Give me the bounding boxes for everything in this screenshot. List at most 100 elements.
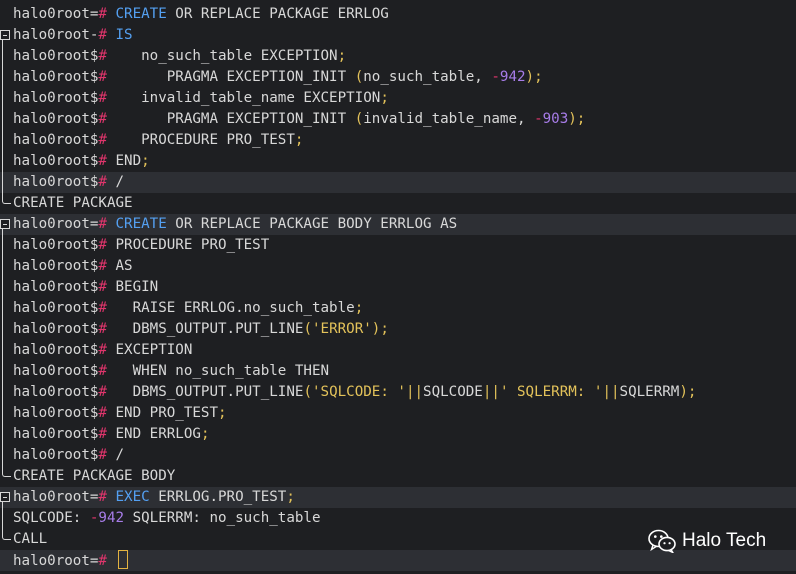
line-text: halo0root$# / xyxy=(13,445,124,466)
code-token: END ERRLOG xyxy=(106,426,201,442)
code-token: # xyxy=(98,216,107,232)
line-text: halo0root$# AS xyxy=(13,256,133,277)
shell-prompt: halo0root$ xyxy=(13,384,99,400)
code-token: ; xyxy=(380,90,389,106)
shell-prompt: halo0root$ xyxy=(13,111,99,127)
code-token: # xyxy=(98,447,107,463)
terminal-line: halo0root-# IS xyxy=(0,25,796,46)
line-text: halo0root=# CREATE OR REPLACE PACKAGE ER… xyxy=(13,4,389,25)
terminal-line: halo0root$# END; xyxy=(0,151,796,172)
code-token: SQLERRM xyxy=(619,384,680,400)
code-token: # xyxy=(98,27,107,43)
line-text: halo0root=# xyxy=(13,550,128,572)
terminal-line: halo0root$# no_such_table EXCEPTION; xyxy=(0,46,796,67)
line-text: halo0root$# END; xyxy=(13,151,150,172)
terminal-line: CREATE PACKAGE BODY xyxy=(0,466,796,487)
shell-prompt: halo0root$ xyxy=(13,174,99,190)
shell-prompt: halo0root$ xyxy=(13,300,99,316)
code-token: # xyxy=(98,258,107,274)
shell-prompt: halo0root$ xyxy=(13,363,99,379)
terminal-line: halo0root=# CREATE OR REPLACE PACKAGE BO… xyxy=(0,214,796,235)
line-text: halo0root$# DBMS_OUTPUT.PUT_LINE('SQLCOD… xyxy=(13,382,696,403)
code-token: OR REPLACE PACKAGE BODY ERRLOG AS xyxy=(166,216,458,232)
line-text: halo0root$# PROCEDURE PRO_TEST xyxy=(13,235,269,256)
line-text: halo0root$# / xyxy=(13,172,124,193)
terminal-line: CREATE PACKAGE xyxy=(0,193,796,214)
code-token: IS xyxy=(115,27,133,43)
collapse-toggle-icon[interactable] xyxy=(0,219,10,229)
code-token: # xyxy=(98,553,107,569)
collapse-toggle-icon[interactable] xyxy=(0,30,10,40)
fold-guide xyxy=(2,496,11,540)
code-token: # xyxy=(98,6,107,22)
line-text: CALL xyxy=(13,529,47,550)
code-token: # xyxy=(98,69,107,85)
terminal-line: halo0root$# / xyxy=(0,445,796,466)
code-token: WHEN no_such_table THEN xyxy=(106,363,330,379)
code-token: || xyxy=(482,384,500,400)
terminal-line: SQLCODE: -942 SQLERRM: no_such_table xyxy=(0,508,796,529)
line-text: halo0root$# RAISE ERRLOG.no_such_table; xyxy=(13,298,363,319)
code-token: CREATE xyxy=(115,216,167,232)
code-token: # xyxy=(98,426,107,442)
terminal-line: halo0root$# BEGIN xyxy=(0,277,796,298)
terminal-window[interactable]: halo0root=# CREATE OR REPLACE PACKAGE ER… xyxy=(0,0,796,574)
line-text: halo0root$# EXCEPTION xyxy=(13,340,192,361)
code-token: ; xyxy=(534,69,543,85)
text-cursor[interactable] xyxy=(117,550,128,569)
shell-prompt: halo0root$ xyxy=(13,153,99,169)
code-token: ; xyxy=(294,132,304,148)
watermark: Halo Tech xyxy=(648,527,766,555)
code-token: ; xyxy=(380,321,389,337)
code-token: # xyxy=(98,237,107,253)
shell-prompt: halo0root$ xyxy=(13,321,99,337)
shell-prompt: halo0root$ xyxy=(13,279,99,295)
line-text: halo0root$# no_such_table EXCEPTION; xyxy=(13,46,346,67)
line-text: halo0root$# END PRO_TEST; xyxy=(13,403,227,424)
code-token: # xyxy=(98,153,107,169)
shell-prompt: halo0root$ xyxy=(13,48,99,64)
code-token: CALL xyxy=(13,531,48,547)
code-token: # xyxy=(98,489,107,505)
line-text: CREATE PACKAGE BODY xyxy=(13,466,175,487)
code-token: || xyxy=(405,384,424,400)
line-text: halo0root$# PROCEDURE PRO_TEST; xyxy=(13,130,303,151)
wechat-icon xyxy=(648,529,676,553)
code-token: SQLERRM: no_such_table xyxy=(124,510,321,526)
line-text: halo0root$# WHEN no_such_table THEN xyxy=(13,361,329,382)
collapse-toggle-icon[interactable] xyxy=(0,492,10,502)
code-token: ( xyxy=(354,111,364,127)
code-token: ; xyxy=(200,426,210,442)
code-token: EXCEPTION xyxy=(106,342,193,358)
terminal-line: halo0root$# PROCEDURE PRO_TEST; xyxy=(0,130,796,151)
code-token: DBMS_OUTPUT.PUT_LINE xyxy=(106,321,304,337)
shell-prompt: halo0root$ xyxy=(13,447,99,463)
line-text: halo0root$# END ERRLOG; xyxy=(13,424,209,445)
watermark-label: Halo Tech xyxy=(682,530,767,551)
code-token: no_such_table EXCEPTION xyxy=(106,48,338,64)
fold-guide xyxy=(2,223,11,477)
code-token: PROCEDURE PRO_TEST xyxy=(106,132,295,148)
code-token: || xyxy=(602,384,620,400)
code-token: ; xyxy=(576,111,586,127)
code-token: # xyxy=(98,405,107,421)
line-text: SQLCODE: -942 SQLERRM: no_such_table xyxy=(13,508,321,529)
shell-prompt: halo0root$ xyxy=(13,342,99,358)
code-token: OR REPLACE PACKAGE ERRLOG xyxy=(166,6,389,22)
code-token: invalid_table_name EXCEPTION xyxy=(106,90,381,106)
shell-prompt: halo0root= xyxy=(13,489,99,505)
terminal-line: halo0root$# DBMS_OUTPUT.PUT_LINE('ERROR'… xyxy=(0,319,796,340)
code-token: RAISE ERRLOG.no_such_table xyxy=(106,300,355,316)
code-token: # xyxy=(98,342,107,358)
code-token: ' SQLERRM: ' xyxy=(499,384,603,400)
terminal-line: halo0root$# EXCEPTION xyxy=(0,340,796,361)
code-token: CREATE PACKAGE BODY xyxy=(13,468,176,484)
line-text: halo0root$# PRAGMA EXCEPTION_INIT (inval… xyxy=(13,109,585,130)
shell-prompt: halo0root$ xyxy=(13,90,99,106)
terminal-line: halo0root$# PRAGMA EXCEPTION_INIT (inval… xyxy=(0,109,796,130)
code-token: # xyxy=(98,111,107,127)
